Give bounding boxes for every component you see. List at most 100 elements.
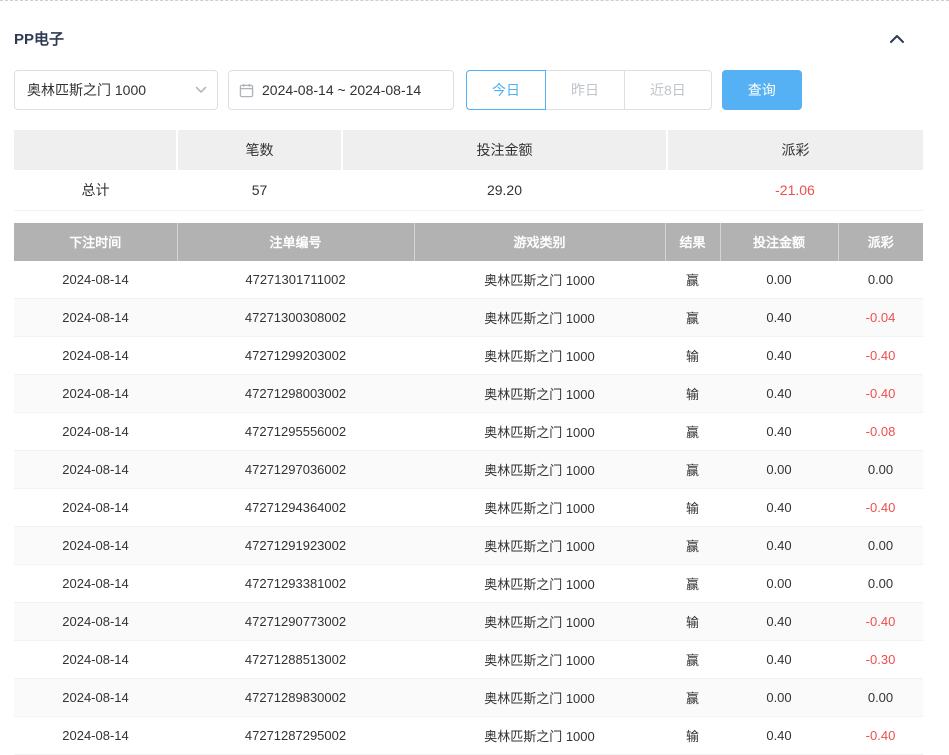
table-row: 2024-08-14 47271300308002 奥林匹斯之门 1000 赢 … <box>14 299 923 337</box>
result-cell: 输 <box>665 489 720 527</box>
result-cell: 赢 <box>665 565 720 603</box>
result-cell: 输 <box>665 603 720 641</box>
game-type-cell: 奥林匹斯之门 1000 <box>414 337 665 375</box>
order-id-cell: 47271288513002 <box>177 641 414 679</box>
summary-header-bet-amount: 投注金额 <box>342 130 667 170</box>
page: PP电子 奥林匹斯之门 1000 2024-08-14 ~ 202 <box>0 0 949 755</box>
bet-amount-cell: 0.40 <box>720 641 838 679</box>
order-id-cell: 47271297036002 <box>177 451 414 489</box>
header-order-id: 注单编号 <box>177 223 414 261</box>
records-body: 2024-08-14 47271301711002 奥林匹斯之门 1000 赢 … <box>14 261 923 755</box>
quick-range-today-button[interactable]: 今日 <box>466 70 546 110</box>
payout-cell: 0.00 <box>838 679 923 717</box>
bet-time-cell: 2024-08-14 <box>14 679 177 717</box>
bet-time-cell: 2024-08-14 <box>14 641 177 679</box>
table-row: 2024-08-14 47271287295002 奥林匹斯之门 1000 输 … <box>14 717 923 755</box>
bet-time-cell: 2024-08-14 <box>14 717 177 755</box>
summary-count-value: 57 <box>177 170 342 210</box>
quick-range-group: 今日 昨日 近8日 <box>466 70 712 110</box>
order-id-cell: 47271293381002 <box>177 565 414 603</box>
section-title: PP电子 <box>14 28 64 49</box>
game-type-cell: 奥林匹斯之门 1000 <box>414 489 665 527</box>
table-row: 2024-08-14 47271295556002 奥林匹斯之门 1000 赢 … <box>14 413 923 451</box>
table-row: 2024-08-14 47271291923002 奥林匹斯之门 1000 赢 … <box>14 527 923 565</box>
summary-bet-amount-value: 29.20 <box>342 170 667 210</box>
payout-cell: 0.00 <box>838 565 923 603</box>
payout-cell: -0.04 <box>838 299 923 337</box>
header-bet-time: 下注时间 <box>14 223 177 261</box>
bet-amount-cell: 0.40 <box>720 489 838 527</box>
bet-time-cell: 2024-08-14 <box>14 337 177 375</box>
bet-amount-cell: 0.00 <box>720 451 838 489</box>
collapse-button[interactable] <box>885 30 909 48</box>
bet-time-cell: 2024-08-14 <box>14 261 177 299</box>
order-id-cell: 47271289830002 <box>177 679 414 717</box>
search-button[interactable]: 查询 <box>722 70 802 110</box>
bet-time-cell: 2024-08-14 <box>14 451 177 489</box>
bet-time-cell: 2024-08-14 <box>14 527 177 565</box>
result-cell: 赢 <box>665 527 720 565</box>
bet-amount-cell: 0.40 <box>720 375 838 413</box>
table-row: 2024-08-14 47271288513002 奥林匹斯之门 1000 赢 … <box>14 641 923 679</box>
result-cell: 输 <box>665 337 720 375</box>
caret-down-icon <box>195 86 207 94</box>
game-type-cell: 奥林匹斯之门 1000 <box>414 375 665 413</box>
game-type-cell: 奥林匹斯之门 1000 <box>414 261 665 299</box>
records-table: 下注时间 注单编号 游戏类别 结果 投注金额 派彩 2024-08-14 472… <box>14 223 923 755</box>
bet-amount-cell: 0.00 <box>720 565 838 603</box>
quick-range-last8days-button[interactable]: 近8日 <box>624 70 712 110</box>
date-range-input[interactable]: 2024-08-14 ~ 2024-08-14 <box>228 70 454 110</box>
summary-payout-value: -21.06 <box>667 170 923 210</box>
order-id-cell: 47271300308002 <box>177 299 414 337</box>
header-bet-amount: 投注金额 <box>720 223 838 261</box>
result-cell: 赢 <box>665 413 720 451</box>
order-id-cell: 47271290773002 <box>177 603 414 641</box>
bet-amount-cell: 0.00 <box>720 261 838 299</box>
game-select[interactable]: 奥林匹斯之门 1000 <box>14 70 218 110</box>
result-cell: 赢 <box>665 299 720 337</box>
game-type-cell: 奥林匹斯之门 1000 <box>414 451 665 489</box>
bet-amount-cell: 0.40 <box>720 337 838 375</box>
table-row: 2024-08-14 47271299203002 奥林匹斯之门 1000 输 … <box>14 337 923 375</box>
table-row: 2024-08-14 47271290773002 奥林匹斯之门 1000 输 … <box>14 603 923 641</box>
order-id-cell: 47271298003002 <box>177 375 414 413</box>
result-cell: 赢 <box>665 641 720 679</box>
bet-amount-cell: 0.00 <box>720 679 838 717</box>
summary-total-label: 总计 <box>14 170 177 210</box>
table-row: 2024-08-14 47271297036002 奥林匹斯之门 1000 赢 … <box>14 451 923 489</box>
quick-range-yesterday-button[interactable]: 昨日 <box>545 70 625 110</box>
bet-time-cell: 2024-08-14 <box>14 603 177 641</box>
order-id-cell: 47271299203002 <box>177 337 414 375</box>
game-type-cell: 奥林匹斯之门 1000 <box>414 413 665 451</box>
result-cell: 输 <box>665 717 720 755</box>
result-cell: 赢 <box>665 679 720 717</box>
order-id-cell: 47271291923002 <box>177 527 414 565</box>
calendar-icon <box>239 83 254 98</box>
bet-amount-cell: 0.40 <box>720 603 838 641</box>
bet-amount-cell: 0.40 <box>720 413 838 451</box>
chevron-up-icon <box>889 34 905 44</box>
bet-amount-cell: 0.40 <box>720 527 838 565</box>
game-type-cell: 奥林匹斯之门 1000 <box>414 565 665 603</box>
payout-cell: -0.40 <box>838 337 923 375</box>
bet-time-cell: 2024-08-14 <box>14 565 177 603</box>
payout-cell: -0.40 <box>838 375 923 413</box>
filter-bar: 奥林匹斯之门 1000 2024-08-14 ~ 2024-08-14 今日 昨… <box>14 70 923 110</box>
payout-cell: -0.30 <box>838 641 923 679</box>
summary-header-count: 笔数 <box>177 130 342 170</box>
table-row: 2024-08-14 47271301711002 奥林匹斯之门 1000 赢 … <box>14 261 923 299</box>
table-row: 2024-08-14 47271294364002 奥林匹斯之门 1000 输 … <box>14 489 923 527</box>
payout-cell: 0.00 <box>838 527 923 565</box>
result-cell: 输 <box>665 375 720 413</box>
summary-header-payout: 派彩 <box>667 130 923 170</box>
table-row: 2024-08-14 47271293381002 奥林匹斯之门 1000 赢 … <box>14 565 923 603</box>
game-type-cell: 奥林匹斯之门 1000 <box>414 299 665 337</box>
order-id-cell: 47271294364002 <box>177 489 414 527</box>
game-select-value: 奥林匹斯之门 1000 <box>27 80 146 100</box>
payout-cell: 0.00 <box>838 451 923 489</box>
header-payout: 派彩 <box>838 223 923 261</box>
game-type-cell: 奥林匹斯之门 1000 <box>414 679 665 717</box>
summary-table: 笔数 投注金额 派彩 总计 57 29.20 -21.06 <box>14 130 923 211</box>
game-type-cell: 奥林匹斯之门 1000 <box>414 641 665 679</box>
bet-amount-cell: 0.40 <box>720 299 838 337</box>
